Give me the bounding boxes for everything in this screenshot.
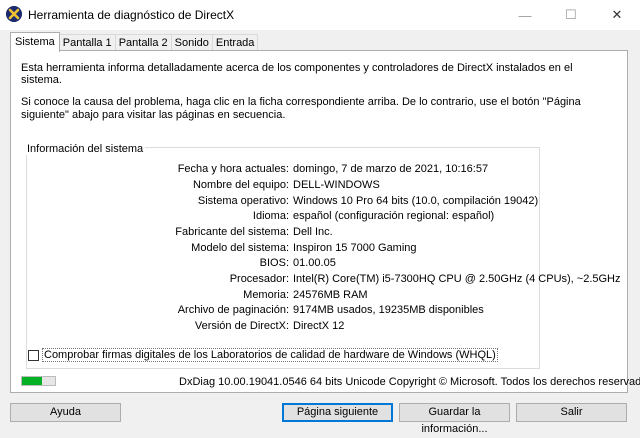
info-key: Idioma: [252,210,289,222]
info-key: Procesador: [229,273,289,285]
exit-button[interactable]: Salir [516,403,627,422]
tab-pantalla-1[interactable]: Pantalla 1 [58,34,116,51]
info-key: Nombre del equipo: [192,179,289,191]
tab-strip: Sistema Pantalla 1 Pantalla 2 Sonido Ent… [10,32,259,52]
system-tab-panel: Esta herramienta informa detalladamente … [10,50,640,393]
intro-text: Esta herramienta informa detalladamente … [21,62,573,86]
info-key: Modelo del sistema: [191,242,289,254]
info-row-bios: BIOS: 01.00.05 [11,257,611,271]
info-key: Versión de DirectX: [194,320,289,332]
info-row-processor: Procesador: Intel(R) Core(TM) i5-7300HQ … [11,273,621,287]
minimize-button[interactable]: — [502,0,548,30]
info-value: Dell Inc. [293,226,333,238]
title-bar: Herramienta de diagnóstico de DirectX — … [0,0,640,30]
info-value: Windows 10 Pro 64 bits (10.0, compilació… [293,195,539,207]
info-value: 9174MB usados, 19235MB disponibles [293,304,484,316]
info-value: Inspiron 15 7000 Gaming [293,242,417,254]
info-row-datetime: Fecha y hora actuales: domingo, 7 de mar… [11,163,611,177]
info-value: Intel(R) Core(TM) i5-7300HQ CPU @ 2.50GH… [293,273,621,285]
info-row-model: Modelo del sistema: Inspiron 15 7000 Gam… [11,242,611,256]
tab-sonido[interactable]: Sonido [170,34,213,51]
info-row-manufacturer: Fabricante del sistema: Dell Inc. [11,226,611,240]
progress-bar [21,376,56,386]
instructions-text: Si conoce la causa del problema, haga cl… [21,96,581,121]
whql-checkbox-label[interactable]: Comprobar firmas digitales de los Labora… [42,348,498,362]
directx-x-icon [6,6,22,22]
version-copyright-text: DxDiag 10.00.19041.0546 64 bits Unicode … [179,376,640,388]
info-value: DELL-WINDOWS [293,179,380,191]
info-row-language: Idioma: español (configuración regional:… [11,210,611,224]
info-row-os: Sistema operativo: Windows 10 Pro 64 bit… [11,195,611,209]
info-value: 01.00.05 [293,257,336,269]
info-value: DirectX 12 [293,320,345,332]
whql-checkbox-row[interactable]: Comprobar firmas digitales de los Labora… [28,348,498,362]
whql-checkbox[interactable] [28,349,39,361]
window-title: Herramienta de diagnóstico de DirectX [28,8,235,22]
tab-sistema[interactable]: Sistema [10,32,60,52]
info-key: Fecha y hora actuales: [177,163,289,175]
system-info-group-title: Información del sistema [25,143,146,155]
info-key: BIOS: [259,257,289,269]
info-value: español (configuración regional: español… [293,210,495,222]
info-value: 24576MB RAM [293,289,368,301]
progress-bar-fill [22,377,42,385]
next-page-button[interactable]: Página siguiente [282,403,393,422]
info-row-directx-version: Versión de DirectX: DirectX 12 [11,320,611,334]
maximize-button[interactable]: ☐ [548,0,594,30]
save-info-button[interactable]: Guardar la información... [399,403,510,435]
info-row-computer-name: Nombre del equipo: DELL-WINDOWS [11,179,611,193]
close-button[interactable]: ✕ [594,0,640,30]
info-key: Fabricante del sistema: [175,226,289,238]
info-value: domingo, 7 de marzo de 2021, 10:16:57 [293,163,489,175]
help-button[interactable]: Ayuda [10,403,121,422]
info-key: Archivo de paginación: [177,304,289,316]
info-row-pagefile: Archivo de paginación: 9174MB usados, 19… [11,304,611,318]
tab-entrada[interactable]: Entrada [211,34,259,51]
info-row-memory: Memoria: 24576MB RAM [11,289,611,303]
info-key: Memoria: [243,289,289,301]
info-key: Sistema operativo: [197,195,289,207]
tab-pantalla-2[interactable]: Pantalla 2 [114,34,172,51]
